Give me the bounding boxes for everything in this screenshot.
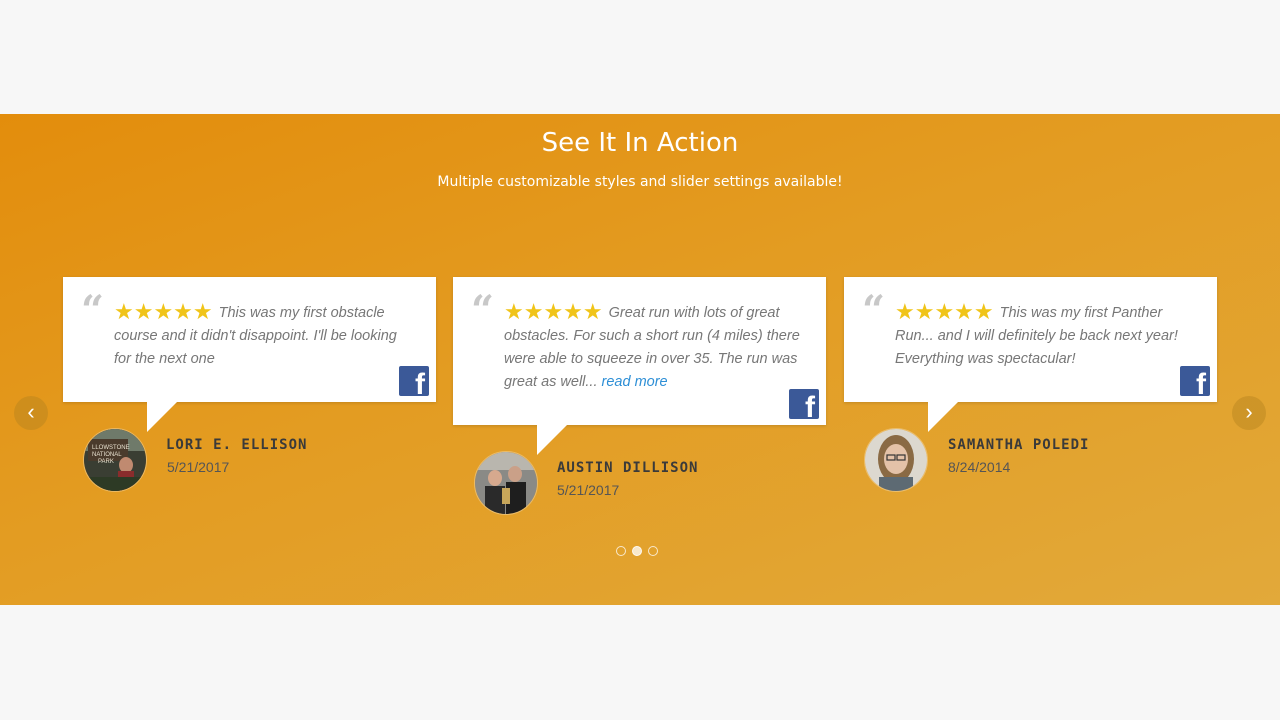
card-pointer xyxy=(928,402,958,432)
reviewer-name: AUSTIN DILLISON xyxy=(557,460,699,476)
slider-dot-2[interactable] xyxy=(632,546,642,556)
facebook-icon[interactable]: f xyxy=(399,366,429,396)
svg-text:NATIONAL: NATIONAL xyxy=(92,452,122,458)
chevron-right-icon: › xyxy=(1245,399,1253,424)
card-pointer xyxy=(147,402,177,432)
review-card-1: “ ★★★★★ This was my first obstacle course… xyxy=(63,277,436,402)
review-card-2: “ ★★★★★ Great run with lots of great obst… xyxy=(453,277,826,425)
review-date: 5/21/2017 xyxy=(557,482,620,498)
star-rating: ★★★★★ xyxy=(895,299,994,324)
review-date: 5/21/2017 xyxy=(167,459,230,475)
reviewer-name: LORI E. ELLISON xyxy=(166,437,308,453)
review-card-3: “ ★★★★★ This was my first Panther Run... … xyxy=(844,277,1217,402)
svg-text:PARK: PARK xyxy=(98,459,114,465)
star-rating: ★★★★★ xyxy=(114,299,213,324)
next-slide-button[interactable]: › xyxy=(1232,396,1266,430)
reviewer-name: SAMANTHA POLEDI xyxy=(948,437,1090,453)
read-more-link[interactable]: read more xyxy=(602,374,668,390)
quote-icon: “ xyxy=(862,287,886,334)
slider-dot-1[interactable] xyxy=(616,546,626,556)
prev-slide-button[interactable]: ‹ xyxy=(14,396,48,430)
avatar xyxy=(474,451,538,515)
quote-icon: “ xyxy=(471,287,495,334)
card-pointer xyxy=(537,425,567,455)
section-title: See It In Action xyxy=(541,128,739,158)
slider-pagination xyxy=(616,543,664,561)
quote-icon: “ xyxy=(81,287,105,334)
avatar xyxy=(864,428,928,492)
review-date: 8/24/2014 xyxy=(948,459,1011,475)
review-text-3: ★★★★★ This was my first Panther Run... an… xyxy=(895,299,1178,367)
review-text-1: ★★★★★ This was my first obstacle course a… xyxy=(114,299,397,367)
review-text-2: ★★★★★ Great run with lots of great obstac… xyxy=(504,299,800,390)
chevron-left-icon: ‹ xyxy=(27,399,35,424)
svg-text:LLOWSTONE: LLOWSTONE xyxy=(92,445,130,451)
avatar: LLOWSTONE NATIONAL PARK xyxy=(83,428,147,492)
slider-dot-3[interactable] xyxy=(648,546,658,556)
star-rating: ★★★★★ xyxy=(504,299,603,324)
facebook-icon[interactable]: f xyxy=(1180,366,1210,396)
section-subtitle: Multiple customizable styles and slider … xyxy=(437,174,843,190)
facebook-icon[interactable]: f xyxy=(789,389,819,419)
